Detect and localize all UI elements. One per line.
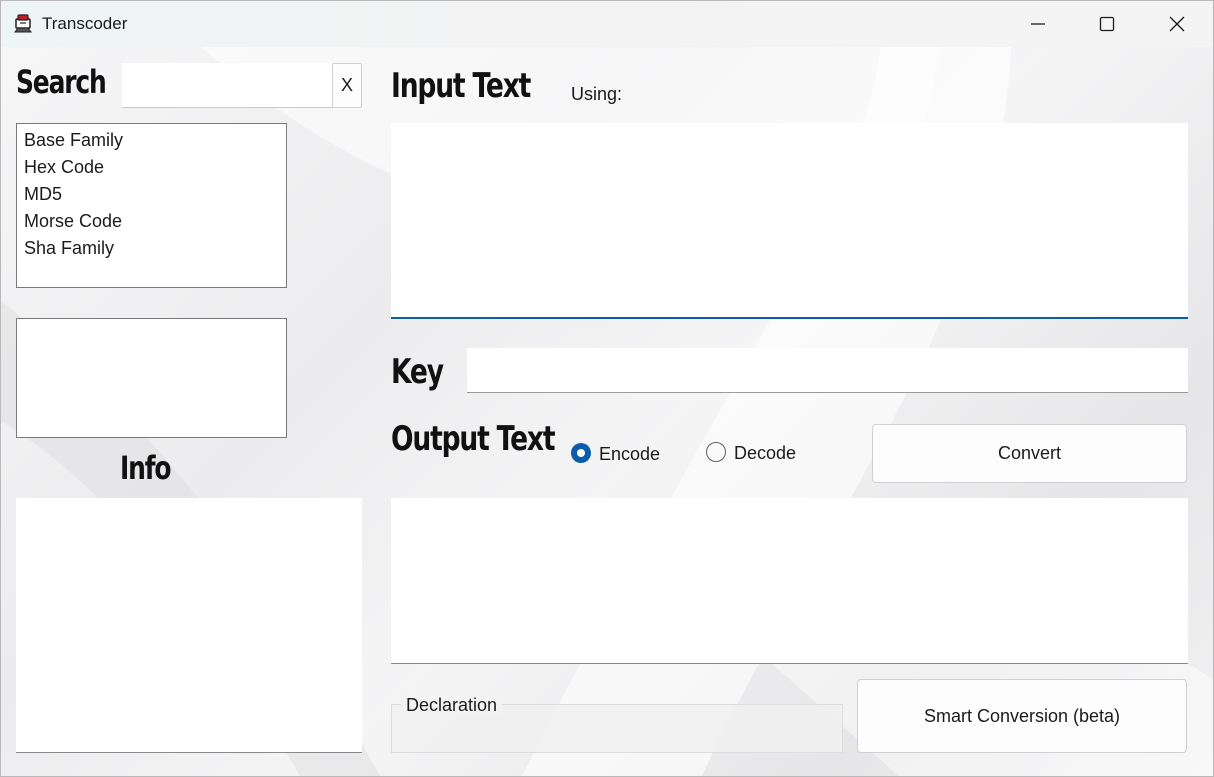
list-item[interactable]: Sha Family xyxy=(17,235,286,262)
decode-label[interactable]: Decode xyxy=(734,443,796,464)
output-text-label: Output Text xyxy=(391,419,556,459)
minimize-icon xyxy=(1031,23,1045,25)
app-window: Transcoder Search X Base Family Hex Code… xyxy=(0,0,1214,777)
sub-algorithm-list[interactable] xyxy=(16,318,287,438)
minimize-button[interactable] xyxy=(1003,1,1073,47)
search-input[interactable] xyxy=(122,63,332,108)
key-input[interactable] xyxy=(467,348,1188,393)
info-label: Info xyxy=(120,449,172,487)
info-text-box[interactable] xyxy=(16,498,362,753)
search-label: Search xyxy=(16,63,107,101)
key-label: Key xyxy=(391,352,444,392)
using-label: Using: xyxy=(571,84,623,104)
close-icon xyxy=(1169,16,1185,32)
title-bar: Transcoder xyxy=(1,1,1213,47)
list-item[interactable]: MD5 xyxy=(17,181,286,208)
encode-label[interactable]: Encode xyxy=(599,444,660,465)
output-text-area[interactable] xyxy=(391,498,1188,664)
list-item[interactable]: Hex Code xyxy=(17,154,286,181)
maximize-icon xyxy=(1099,16,1115,32)
declaration-label: Declaration xyxy=(401,695,503,716)
maximize-button[interactable] xyxy=(1072,1,1142,47)
transcoder-app-icon xyxy=(14,14,32,33)
close-button[interactable] xyxy=(1142,1,1212,47)
window-title: Transcoder xyxy=(42,14,128,33)
algorithm-list[interactable]: Base Family Hex Code MD5 Morse Code Sha … xyxy=(16,123,287,288)
input-text-label: Input Text xyxy=(391,66,531,106)
list-item[interactable]: Morse Code xyxy=(17,208,286,235)
convert-button[interactable]: Convert xyxy=(872,424,1187,483)
input-text-area[interactable] xyxy=(391,123,1188,319)
encode-radio[interactable] xyxy=(571,443,591,463)
smart-conversion-button[interactable]: Smart Conversion (beta) xyxy=(857,679,1187,753)
clear-search-button[interactable]: X xyxy=(332,63,362,108)
decode-radio[interactable] xyxy=(706,442,726,462)
list-item[interactable]: Base Family xyxy=(17,127,286,154)
